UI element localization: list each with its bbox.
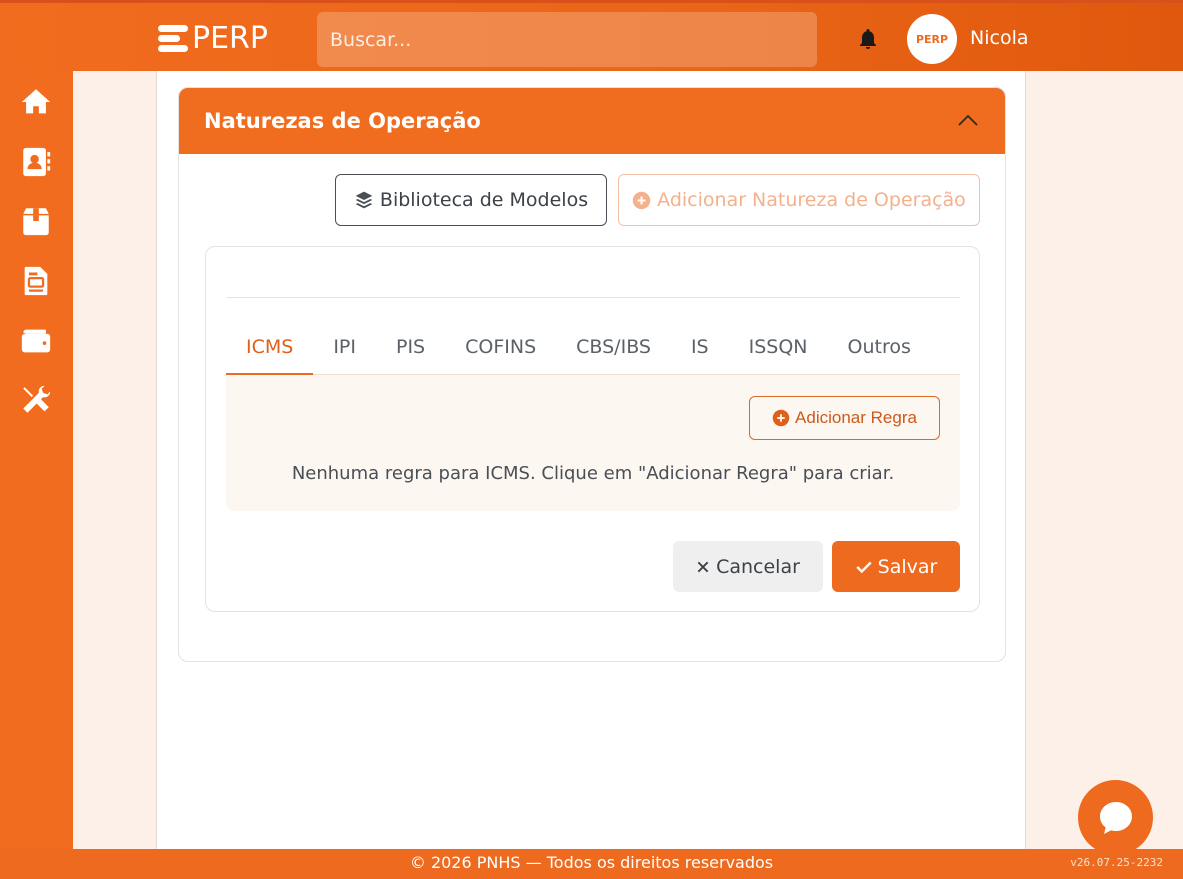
cancel-button[interactable]: Cancelar xyxy=(673,541,823,592)
wallet-icon[interactable] xyxy=(19,324,53,358)
close-icon xyxy=(697,561,709,572)
tax-tabs: ICMS IPI PIS COFINS CBS/IBS IS ISSQN Out… xyxy=(226,319,960,376)
app-logo[interactable]: PERP xyxy=(158,19,268,57)
home-icon[interactable] xyxy=(19,85,53,119)
document-icon[interactable] xyxy=(19,264,53,298)
logo-text: PERP xyxy=(192,20,268,56)
check-icon xyxy=(856,561,872,573)
sidebar xyxy=(0,71,73,849)
save-label: Salvar xyxy=(877,555,938,578)
tab-cofins[interactable]: COFINS xyxy=(445,319,556,375)
tab-outros[interactable]: Outros xyxy=(828,319,931,375)
plus-circle-icon xyxy=(632,191,651,209)
save-button[interactable]: Salvar xyxy=(832,541,960,592)
rules-panel: Adicionar Regra Nenhuma regra para ICMS.… xyxy=(226,375,960,511)
card-header[interactable]: Naturezas de Operação xyxy=(179,88,1005,154)
avatar-text: PERP xyxy=(915,32,949,46)
tab-pis[interactable]: PIS xyxy=(376,319,445,375)
empty-rules-message: Nenhuma regra para ICMS. Clique em "Adic… xyxy=(291,463,895,484)
operation-natures-card: Naturezas de Operação Biblioteca de Mode… xyxy=(178,87,1006,662)
add-operation-nature-label: Adicionar Natureza de Operação xyxy=(657,189,966,211)
app-version: v26.07.25-2232 xyxy=(1070,856,1163,869)
footer-copyright: © 2026 PNHS — Todos os direitos reservad… xyxy=(409,853,774,872)
tab-ipi[interactable]: IPI xyxy=(313,319,376,375)
tab-cbs-ibs[interactable]: CBS/IBS xyxy=(556,319,671,375)
add-rule-label: Adicionar Regra xyxy=(795,408,917,427)
chat-bubble-icon xyxy=(1099,801,1132,834)
footer: © 2026 PNHS — Todos os direitos reservad… xyxy=(0,849,1183,879)
chat-button[interactable] xyxy=(1078,780,1153,855)
model-library-button[interactable]: Biblioteca de Modelos xyxy=(335,174,607,226)
tools-icon[interactable] xyxy=(19,383,53,417)
divider xyxy=(226,297,960,298)
tab-icms[interactable]: ICMS xyxy=(226,319,314,376)
chevron-up-icon[interactable] xyxy=(956,109,980,133)
logo-mark-icon xyxy=(158,24,188,52)
avatar[interactable]: PERP xyxy=(907,14,957,64)
tab-issqn[interactable]: ISSQN xyxy=(729,319,828,375)
bell-icon[interactable] xyxy=(856,27,880,51)
cancel-label: Cancelar xyxy=(716,555,800,578)
tab-is[interactable]: IS xyxy=(671,319,729,375)
layers-icon xyxy=(355,191,373,209)
user-name[interactable]: Nicola xyxy=(970,27,1028,49)
contacts-icon[interactable] xyxy=(19,145,53,179)
box-icon[interactable] xyxy=(19,204,53,238)
main-content: Naturezas de Operação Biblioteca de Mode… xyxy=(156,71,1026,849)
add-rule-button[interactable]: Adicionar Regra xyxy=(749,396,940,440)
top-bar: PERP PERP Nicola xyxy=(0,0,1183,71)
model-library-label: Biblioteca de Modelos xyxy=(379,189,589,211)
add-operation-nature-button[interactable]: Adicionar Natureza de Operação xyxy=(618,174,980,226)
card-title: Naturezas de Operação xyxy=(204,109,481,133)
search-input[interactable] xyxy=(317,12,817,67)
plus-circle-icon xyxy=(772,409,790,427)
nature-editor-panel: ICMS IPI PIS COFINS CBS/IBS IS ISSQN Out… xyxy=(205,246,980,612)
